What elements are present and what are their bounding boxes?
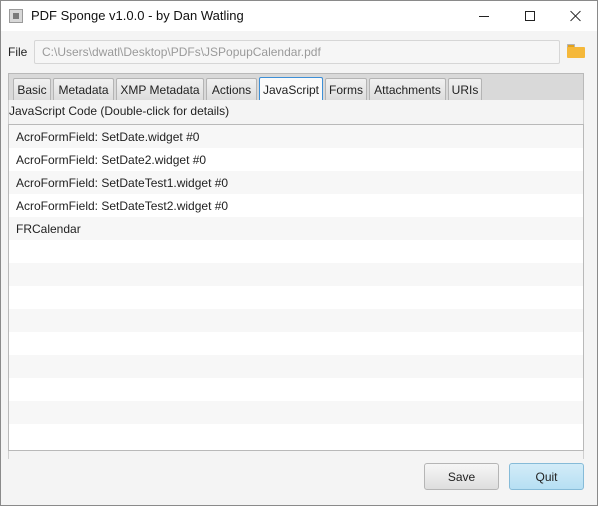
save-button[interactable]: Save	[424, 463, 499, 490]
empty-row	[9, 309, 583, 332]
empty-row	[9, 240, 583, 263]
maximize-icon	[525, 11, 535, 21]
minimize-button[interactable]	[461, 1, 507, 31]
list-item[interactable]: AcroFormField: SetDate.widget #0	[9, 125, 583, 148]
tab-basic[interactable]: Basic	[13, 78, 51, 101]
title-bar[interactable]: PDF Sponge v1.0.0 - by Dan Watling	[1, 1, 597, 31]
empty-row	[9, 355, 583, 378]
quit-button[interactable]: Quit	[509, 463, 584, 490]
empty-row	[9, 424, 583, 447]
tab-xmp-metadata[interactable]: XMP Metadata	[116, 78, 204, 101]
tab-uris[interactable]: URIs	[448, 78, 482, 101]
minimize-icon	[479, 15, 489, 17]
list-item[interactable]: AcroFormField: SetDateTest1.widget #0	[9, 171, 583, 194]
javascript-list[interactable]: AcroFormField: SetDate.widget #0 AcroFor…	[8, 124, 584, 451]
list-item[interactable]: AcroFormField: SetDate2.widget #0	[9, 148, 583, 171]
tab-javascript[interactable]: JavaScript	[259, 77, 323, 101]
empty-row	[9, 263, 583, 286]
window-title: PDF Sponge v1.0.0 - by Dan Watling	[31, 8, 244, 23]
list-item[interactable]: AcroFormField: SetDateTest2.widget #0	[9, 194, 583, 217]
close-icon	[570, 10, 582, 22]
file-label: File	[8, 45, 28, 59]
javascript-section-label: JavaScript Code (Double-click for detail…	[9, 104, 230, 118]
maximize-button[interactable]	[507, 1, 553, 31]
tab-attachments[interactable]: Attachments	[369, 78, 446, 101]
tab-forms[interactable]: Forms	[325, 78, 367, 101]
file-path-field[interactable]: C:\Users\dwatl\Desktop\PDFs\JSPopupCalen…	[34, 40, 560, 64]
list-item[interactable]: FRCalendar	[9, 217, 583, 240]
close-button[interactable]	[553, 1, 598, 31]
empty-row	[9, 401, 583, 424]
app-icon	[9, 9, 23, 23]
app-window: PDF Sponge v1.0.0 - by Dan Watling File …	[0, 0, 598, 506]
empty-row	[9, 332, 583, 355]
main-content: File C:\Users\dwatl\Desktop\PDFs\JSPopup…	[1, 31, 597, 505]
empty-row	[9, 378, 583, 401]
tab-metadata[interactable]: Metadata	[53, 78, 114, 101]
empty-row	[9, 286, 583, 309]
tab-bar: Basic Metadata XMP Metadata Actions Java…	[8, 73, 584, 101]
folder-icon[interactable]	[567, 44, 585, 58]
tab-actions[interactable]: Actions	[206, 78, 257, 101]
